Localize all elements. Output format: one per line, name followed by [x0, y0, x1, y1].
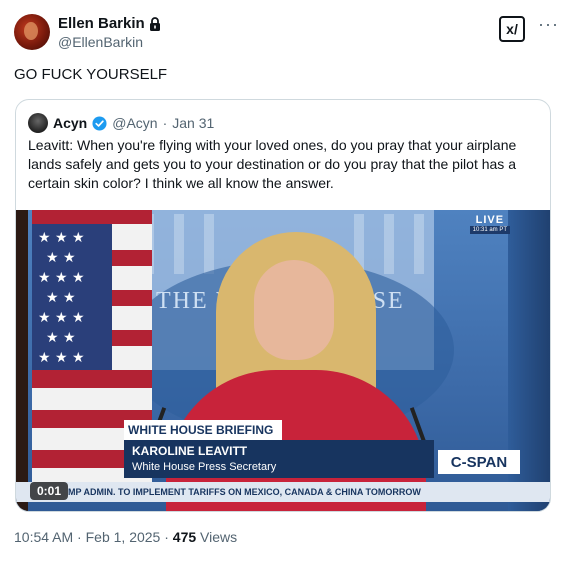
chyron-role: White House Press Secretary: [132, 461, 277, 473]
quoted-avatar[interactable]: [28, 113, 48, 133]
tweet-date[interactable]: Feb 1, 2025: [86, 529, 161, 545]
more-icon[interactable]: ···: [538, 14, 559, 35]
chyron-name: KAROLINE LEAVITT: [132, 444, 248, 458]
live-label: LIVE: [475, 214, 505, 226]
views-label: Views: [200, 529, 238, 545]
svg-text:★ ★: ★ ★: [46, 330, 76, 346]
live-badge: LIVE 10:31 am PT: [469, 214, 510, 234]
quoted-tweet[interactable]: Acyn @Acyn · Jan 31 Leavitt: When you're…: [15, 99, 551, 512]
avatar[interactable]: [14, 14, 50, 50]
avatar-face: [24, 22, 38, 40]
news-ticker: MP ADMIN. TO IMPLEMENT TARIFFS ON MEXICO…: [16, 482, 550, 502]
meta-dot: ·: [77, 529, 86, 545]
chyron-title: WHITE HOUSE BRIEFING: [124, 420, 282, 440]
tweet-text: GO FUCK YOURSELF: [14, 66, 168, 83]
quoted-handle[interactable]: @Acyn: [112, 115, 157, 131]
video-elapsed-time: 0:01: [30, 482, 69, 500]
verified-badge-icon: [92, 115, 107, 131]
svg-text:★ ★ ★: ★ ★ ★: [38, 310, 85, 326]
quoted-text: Leavitt: When you're flying with your lo…: [28, 137, 517, 191]
svg-text:★ ★: ★ ★: [46, 290, 76, 306]
speaker-face: [254, 260, 334, 360]
video-player[interactable]: THE W OUSE ★ ★ ★★ ★ ★ ★ ★★ ★ ★ ★ ★★ ★ ★ …: [16, 210, 550, 511]
quoted-display-name[interactable]: Acyn: [53, 115, 87, 131]
tweet-header: Ellen Barkin @EllenBarkin x/ ···: [14, 10, 567, 54]
chyron-name-bar: KAROLINE LEAVITT White House Press Secre…: [124, 440, 434, 478]
live-time: 10:31 am PT: [469, 226, 510, 234]
tweet-time[interactable]: 10:54 AM: [14, 529, 73, 545]
network-logo: C-SPAN: [438, 450, 520, 474]
author-handle[interactable]: @EllenBarkin: [58, 34, 143, 50]
svg-text:★ ★ ★: ★ ★ ★: [38, 350, 85, 366]
svg-text:★ ★ ★: ★ ★ ★: [38, 230, 85, 246]
curtain-left: [16, 210, 28, 511]
grok-icon[interactable]: x/: [499, 16, 525, 42]
svg-text:★ ★: ★ ★: [46, 250, 76, 266]
views-count: 475: [172, 529, 197, 545]
meta-dot: ·: [164, 529, 173, 545]
lock-icon: [149, 16, 160, 31]
quoted-date[interactable]: Jan 31: [172, 115, 214, 131]
tweet-meta: 10:54 AM · Feb 1, 2025 · 475 Views: [14, 529, 237, 545]
quoted-header: Acyn @Acyn · Jan 31: [28, 112, 214, 134]
quoted-dot: ·: [162, 115, 168, 131]
author-display-name[interactable]: Ellen Barkin: [58, 15, 145, 32]
svg-text:★ ★ ★: ★ ★ ★: [38, 270, 85, 286]
author-name-row: Ellen Barkin: [58, 15, 161, 32]
